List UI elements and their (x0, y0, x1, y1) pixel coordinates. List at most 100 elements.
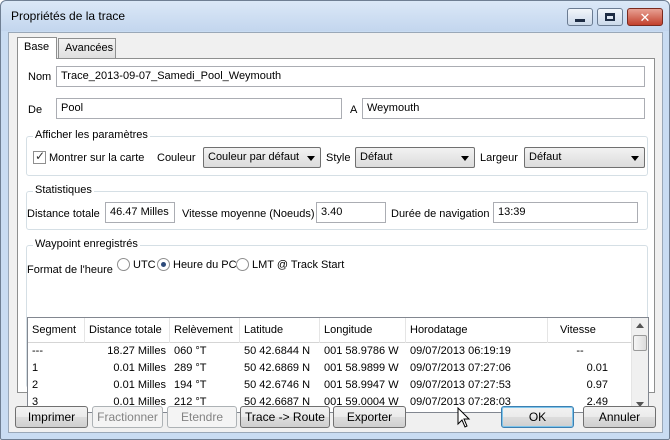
title-bar[interactable]: Propriétés de la trace ✕ (1, 1, 669, 31)
couleur-label: Couleur (157, 152, 196, 164)
nom-field[interactable]: Trace_2013-09-07_Samedi_Pool_Weymouth (56, 66, 645, 87)
cell-latitude: 50 42.6844 N (244, 345, 311, 357)
col-longitude[interactable]: Longitude (320, 318, 406, 343)
table-scrollbar[interactable] (631, 318, 648, 412)
trace-to-route-button[interactable]: Trace -> Route (240, 406, 330, 428)
duration-label: Durée de navigation (391, 208, 490, 220)
dialog-client-area: Base Avancées Nom Trace_2013-09-07_Samed… (8, 32, 663, 433)
cell-longitude: 001 58.9899 W (324, 362, 399, 374)
col-bearing[interactable]: Relèvement (170, 318, 240, 343)
col-distance[interactable]: Distance totale (85, 318, 170, 343)
tab-avancees-label: Avancées (65, 42, 114, 54)
properties-dialog: Propriétés de la trace ✕ Base Avancées N… (0, 0, 670, 440)
couleur-value: Couleur par défaut (208, 151, 300, 163)
show-on-map-checkbox[interactable]: ✓ (33, 149, 46, 164)
chevron-down-icon (631, 156, 639, 161)
cell-bearing: 289 °T (174, 362, 207, 374)
tab-panel-base: Nom Trace_2013-09-07_Samedi_Pool_Weymout… (17, 58, 655, 413)
nom-label: Nom (28, 71, 52, 83)
extend-button[interactable]: Etendre (167, 406, 237, 428)
export-button[interactable]: Exporter (333, 406, 406, 428)
display-settings-group: Afficher les paramètres ✓ Montrer sur la… (26, 129, 648, 176)
duration-value: 13:39 (498, 206, 526, 218)
cancel-button[interactable]: Annuler (583, 406, 656, 428)
maximize-icon (605, 13, 615, 21)
statistics-title: Statistiques (33, 184, 94, 196)
de-value: Pool (61, 102, 84, 114)
style-select[interactable]: Défaut (355, 147, 475, 168)
cell-longitude: 001 58.9786 W (324, 345, 399, 357)
de-label: De (28, 104, 43, 116)
close-button[interactable]: ✕ (627, 8, 663, 26)
radio-utc-label: UTC (133, 259, 156, 271)
chevron-down-icon (307, 156, 315, 161)
maximize-button[interactable] (597, 8, 623, 26)
distance-label: Distance totale (27, 208, 100, 220)
radio-utc[interactable] (117, 258, 130, 271)
cell-segment: 2 (32, 379, 39, 391)
table-row[interactable]: 2 0.01 Milles 194 °T 50 42.6746 N 001 58… (28, 377, 632, 394)
show-on-map-label: Montrer sur la carte (49, 152, 145, 164)
check-icon: ✓ (35, 149, 46, 163)
minimize-button[interactable] (567, 8, 593, 26)
table-row[interactable]: --- 18.27 Milles 060 °T 50 42.6844 N 001… (28, 343, 632, 360)
speed-field[interactable]: 3.40 (316, 202, 386, 223)
largeur-select[interactable]: Défaut (524, 147, 645, 168)
largeur-label: Largeur (480, 152, 518, 164)
duration-field[interactable]: 13:39 (493, 202, 638, 223)
style-value: Défaut (360, 151, 393, 163)
distance-field[interactable]: 46.47 Milles (105, 202, 175, 223)
print-button[interactable]: Imprimer (15, 406, 88, 428)
tab-base[interactable]: Base (17, 37, 57, 59)
radio-heure-pc[interactable] (157, 258, 170, 271)
tab-avancees[interactable]: Avancées (58, 38, 116, 58)
time-format-label: Format de l'heure (27, 264, 113, 276)
radio-lmt[interactable] (236, 258, 249, 271)
speed-label: Vitesse moyenne (Noeuds) (182, 208, 315, 220)
ok-button[interactable]: OK (501, 406, 574, 428)
cell-speed: -- (576, 345, 584, 357)
de-field[interactable]: Pool (56, 98, 342, 119)
cell-longitude: 001 58.9947 W (324, 379, 399, 391)
cell-speed: 0.01 (586, 362, 608, 374)
a-label: A (350, 104, 358, 116)
col-latitude[interactable]: Latitude (240, 318, 320, 343)
col-segment[interactable]: Segment (28, 318, 85, 343)
close-icon: ✕ (639, 9, 651, 25)
chevron-down-icon (461, 156, 469, 161)
cell-speed: 0.97 (586, 379, 608, 391)
cell-bearing: 060 °T (174, 345, 207, 357)
col-timestamp[interactable]: Horodatage (406, 318, 548, 343)
cell-latitude: 50 42.6869 N (244, 362, 311, 374)
style-label: Style (326, 152, 351, 164)
display-settings-title: Afficher les paramètres (33, 129, 150, 141)
window-title: Propriétés de la trace (11, 9, 126, 23)
scroll-thumb[interactable] (633, 335, 647, 351)
radio-lmt-label: LMT @ Track Start (252, 259, 345, 271)
radio-selected-dot (161, 262, 166, 267)
split-button[interactable]: Fractionner (92, 406, 163, 428)
cell-segment: 1 (32, 362, 39, 374)
a-field[interactable]: Weymouth (362, 98, 645, 119)
a-value: Weymouth (367, 102, 420, 114)
table-header: Segment Distance totale Relèvement Latit… (28, 318, 632, 343)
minimize-icon (575, 18, 585, 22)
waypoints-table[interactable]: Segment Distance totale Relèvement Latit… (27, 317, 649, 413)
nom-value: Trace_2013-09-07_Samedi_Pool_Weymouth (61, 70, 282, 82)
cell-latitude: 50 42.6746 N (244, 379, 311, 391)
mouse-pointer-icon (457, 407, 471, 428)
scroll-up-icon[interactable] (636, 323, 644, 328)
cell-timestamp: 09/07/2013 07:27:53 (410, 379, 511, 391)
table-row[interactable]: 1 0.01 Milles 289 °T 50 42.6869 N 001 58… (28, 360, 632, 377)
couleur-select[interactable]: Couleur par défaut (203, 147, 321, 168)
statistics-group: Statistiques Distance totale 46.47 Mille… (26, 184, 648, 230)
cell-segment: --- (32, 345, 43, 357)
largeur-value: Défaut (529, 151, 562, 163)
cell-timestamp: 09/07/2013 07:27:06 (410, 362, 511, 374)
col-speed[interactable]: Vitesse (548, 318, 632, 343)
distance-value: 46.47 Milles (110, 206, 169, 218)
cell-distance: 0.01 Milles (113, 362, 166, 374)
waypoints-title: Waypoint enregistrés (33, 238, 140, 250)
speed-value: 3.40 (321, 206, 343, 218)
cell-distance: 18.27 Milles (107, 345, 166, 357)
